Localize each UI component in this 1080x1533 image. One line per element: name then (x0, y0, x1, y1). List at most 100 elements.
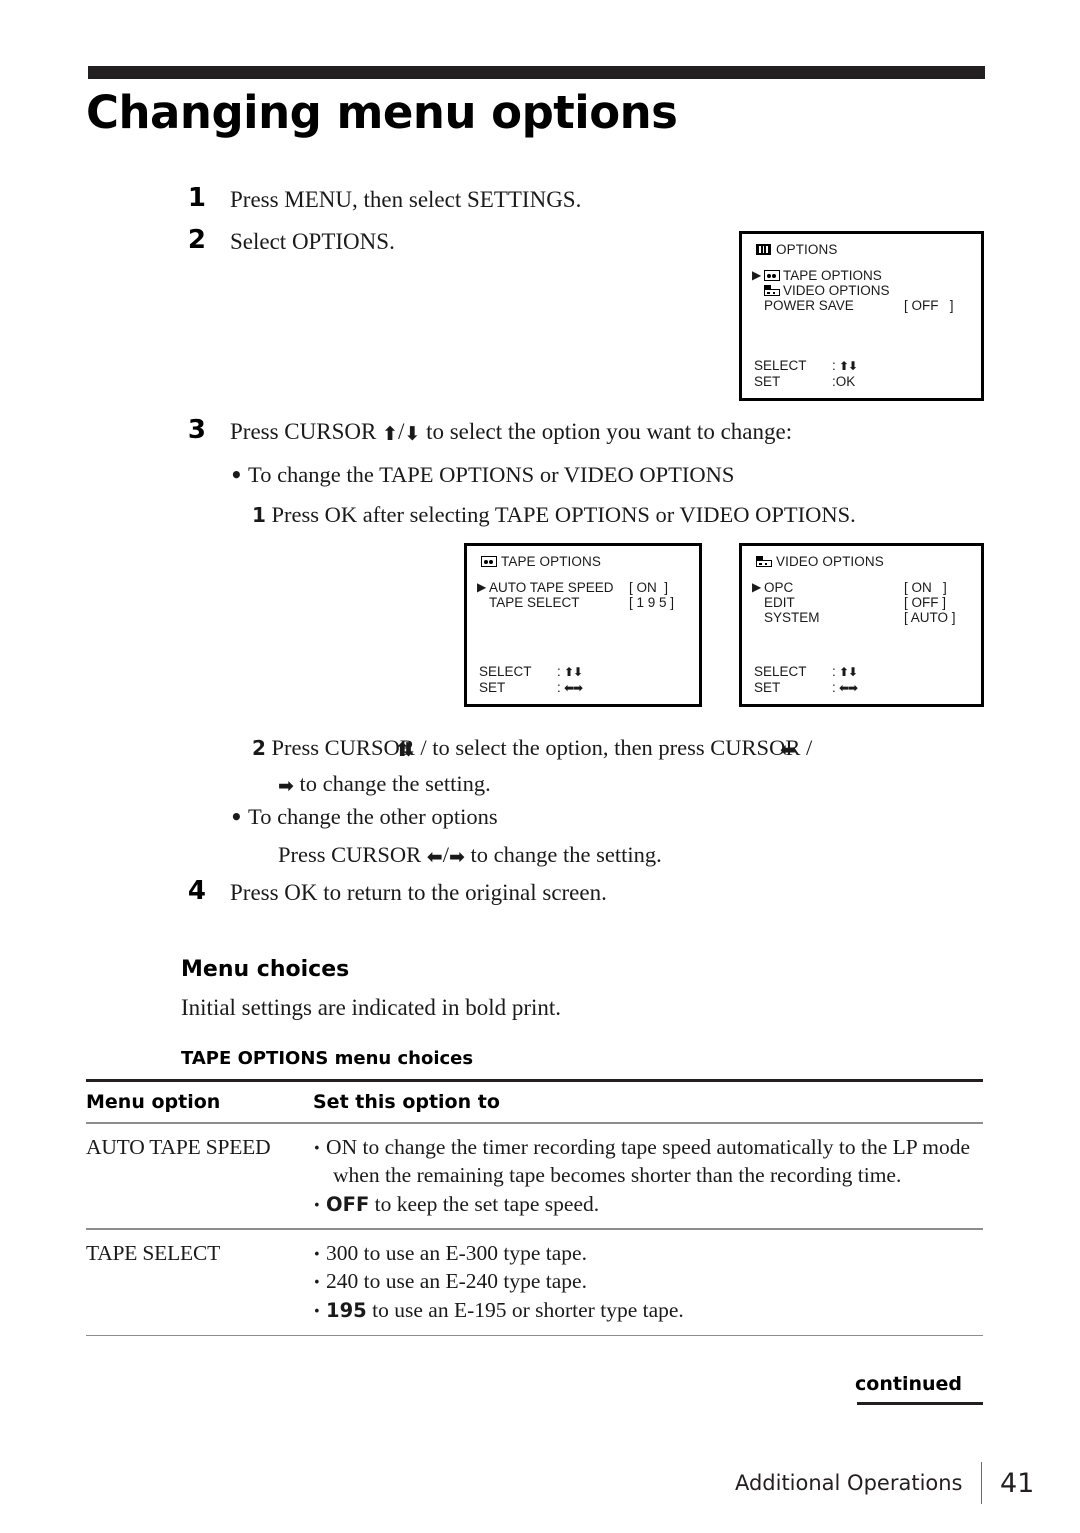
osd-row-tape-options[interactable]: ▶ TAPE OPTIONS (752, 268, 971, 283)
step-3-substep-3-text-a: Press CURSOR (278, 842, 427, 867)
osd-row-opc[interactable]: ▶ OPC [ ON ] (752, 580, 971, 595)
osd-row-tape-select[interactable]: TAPE SELECT [ 1 9 5 ] (477, 595, 689, 610)
step-3-bullet-1-text: To change the TAPE OPTIONS or VIDEO OPTI… (248, 462, 735, 487)
osd-row-tape-select-value[interactable]: [ 1 9 5 ] (629, 595, 674, 610)
osd-tape-footer-set: SET : ⬅➡ (479, 680, 583, 696)
osd-video-title: VIDEO OPTIONS (776, 554, 884, 569)
updown-arrows-icon: ⬆⬇ (560, 665, 583, 679)
slash-2: / (805, 735, 813, 760)
osd-row-system-value[interactable]: [ AUTO ] (904, 610, 956, 625)
osd-row-video-options[interactable]: VIDEO OPTIONS (752, 283, 971, 298)
list-item-rest: to keep the set tape speed. (369, 1191, 600, 1216)
osd-row-power-save-label: POWER SAVE (764, 298, 854, 313)
step-1-text: Press MENU, then select SETTINGS. (230, 187, 582, 212)
step-3-substep-2-cont: ➡ to change the setting. (278, 769, 1080, 798)
continued-rule (857, 1402, 983, 1405)
arrow-right-icon: ➡ (448, 846, 465, 868)
step-4: 4 Press OK to return to the original scr… (0, 878, 1080, 907)
menu-choices-heading: Menu choices (181, 957, 350, 982)
table-row: AUTO TAPE SPEED • ON to change the timer… (86, 1124, 983, 1229)
osd-screen-video-options: VIDEO OPTIONS ▶ OPC [ ON ] EDIT [ OFF ] … (739, 543, 984, 707)
osd-row-power-save-value[interactable]: [ OFF ] (904, 298, 954, 313)
osd-screen-tape-options: TAPE OPTIONS ▶ AUTO TAPE SPEED [ ON ] TA… (464, 543, 702, 707)
row-option-tape-select: TAPE SELECT (86, 1240, 221, 1265)
continued-label: continued (855, 1373, 962, 1395)
column-header-set-this-option-to: Set this option to (313, 1091, 500, 1113)
bullet-dot-icon: • (313, 1247, 321, 1263)
osd-row-system[interactable]: SYSTEM [ AUTO ] (752, 610, 971, 625)
step-3-bullet-2-text: To change the other options (248, 804, 498, 829)
step-4-text: Press OK to return to the original scree… (230, 880, 607, 905)
osd-tape-title: TAPE OPTIONS (501, 554, 601, 569)
osd-video-rows: ▶ OPC [ ON ] EDIT [ OFF ] SYSTEM [ AUTO … (752, 580, 971, 625)
list-item: • OFF to keep the set tape speed. (313, 1190, 983, 1219)
step-3-substep-2-number: 2 (252, 736, 266, 760)
step-1-number: 1 (187, 183, 206, 213)
osd-row-video-options-label: VIDEO OPTIONS (783, 283, 890, 298)
options-icon (756, 244, 771, 255)
step-3-text-before: Press CURSOR (230, 419, 383, 444)
video-icon (764, 285, 780, 296)
osd-tape-footer: SELECT : ⬆⬇ SET : ⬅➡ (479, 664, 583, 696)
step-3-bullet-2: • To change the other options (230, 802, 1080, 831)
osd-row-auto-tape-speed-label: AUTO TAPE SPEED (489, 580, 614, 595)
osd-row-tape-options-label-wrap: TAPE OPTIONS (764, 268, 882, 283)
header-rule (88, 66, 985, 79)
list-item-lead: 240 (326, 1269, 359, 1294)
table-caption: TAPE OPTIONS menu choices (181, 1048, 474, 1069)
selection-caret-icon: ▶ (752, 268, 762, 282)
osd-options-footer-select: SELECT : ⬆⬇ (754, 358, 858, 374)
osd-row-edit-value[interactable]: [ OFF ] (904, 595, 946, 610)
osd-video-footer-select: SELECT : ⬆⬇ (754, 664, 858, 680)
bullet-dot-icon: • (313, 1198, 321, 1214)
page-footer: Additional Operations 41 (735, 1462, 1044, 1504)
osd-row-opc-label: OPC (764, 580, 794, 595)
osd-row-auto-tape-speed[interactable]: ▶ AUTO TAPE SPEED [ ON ] (477, 580, 689, 595)
bullet-dot-icon: • (313, 1304, 321, 1320)
leftright-arrows-icon: ⬅➡ (560, 681, 583, 695)
row-values-tape-select: • 300 to use an E-300 type tape. • 240 t… (313, 1239, 983, 1325)
osd-options-rows: ▶ TAPE OPTIONS VIDEO OPTIONS POWER SAVE … (752, 268, 971, 313)
osd-options-footer: SELECT : ⬆⬇ SET : OK (754, 358, 858, 390)
osd-tape-footer-select: SELECT : ⬆⬇ (479, 664, 583, 680)
osd-row-edit[interactable]: EDIT [ OFF ] (752, 595, 971, 610)
osd-row-auto-tape-speed-value[interactable]: [ ON ] (629, 580, 668, 595)
column-header-menu-option: Menu option (86, 1091, 221, 1113)
list-item: • 300 to use an E-300 type tape. (313, 1239, 983, 1268)
osd-options-footer-set-val: OK (835, 374, 856, 389)
list-item-rest: to use an E-240 type tape. (358, 1269, 587, 1294)
list-item-lead: ON (326, 1134, 358, 1159)
osd-video-footer-set: SET : ⬅➡ (754, 680, 858, 696)
osd-video-footer-set-key: SET (754, 680, 781, 695)
osd-options-footer-set: SET : OK (754, 374, 857, 390)
list-item-rest: to use an E-300 type tape. (358, 1240, 587, 1265)
osd-video-footer-select-key: SELECT (754, 664, 807, 679)
step-3-number: 3 (187, 415, 206, 445)
step-3-substep-2: 2 Press CURSOR ⬆/⬇ to select the option,… (252, 735, 813, 761)
osd-video-footer: SELECT : ⬆⬇ SET : ⬅➡ (754, 664, 858, 696)
step-3-substep-3: Press CURSOR ⬅/➡ to change the setting. (278, 840, 1080, 869)
osd-tape-footer-set-key: SET (479, 680, 506, 695)
osd-tape-rows: ▶ AUTO TAPE SPEED [ ON ] TAPE SELECT [ 1… (477, 580, 689, 610)
bullet-dot-icon: • (230, 805, 243, 829)
list-item: • 195 to use an E-195 or shorter type ta… (313, 1296, 983, 1325)
osd-row-opc-value[interactable]: [ ON ] (904, 580, 947, 595)
updown-arrows-icon: ⬆⬇ (835, 665, 858, 679)
step-3-substep-1-text: Press OK after selecting TAPE OPTIONS or… (271, 502, 856, 527)
row-values-auto-tape-speed: • ON to change the timer recording tape … (313, 1133, 983, 1219)
table-header-row: Menu option Set this option to (86, 1082, 983, 1122)
osd-tape-title-row: TAPE OPTIONS (481, 554, 601, 569)
osd-row-video-options-label-wrap: VIDEO OPTIONS (764, 283, 890, 298)
step-3-substep-2-text-b: to select the option, then press CURSOR (426, 735, 806, 760)
osd-video-title-row: VIDEO OPTIONS (756, 554, 884, 569)
list-item: • 240 to use an E-240 type tape. (313, 1267, 983, 1296)
footer-page-number: 41 (1000, 1467, 1035, 1499)
arrow-right-icon: ➡ (278, 775, 294, 797)
step-2-number: 2 (187, 225, 206, 255)
table-bottom-rule (86, 1334, 983, 1337)
bullet-dot-icon: • (313, 1275, 321, 1291)
osd-row-power-save[interactable]: POWER SAVE [ OFF ] (752, 298, 971, 313)
updown-arrows-icon: ⬆⬇ (835, 359, 858, 373)
osd-tape-footer-select-key: SELECT (479, 664, 532, 679)
osd-options-footer-select-key: SELECT (754, 358, 807, 373)
